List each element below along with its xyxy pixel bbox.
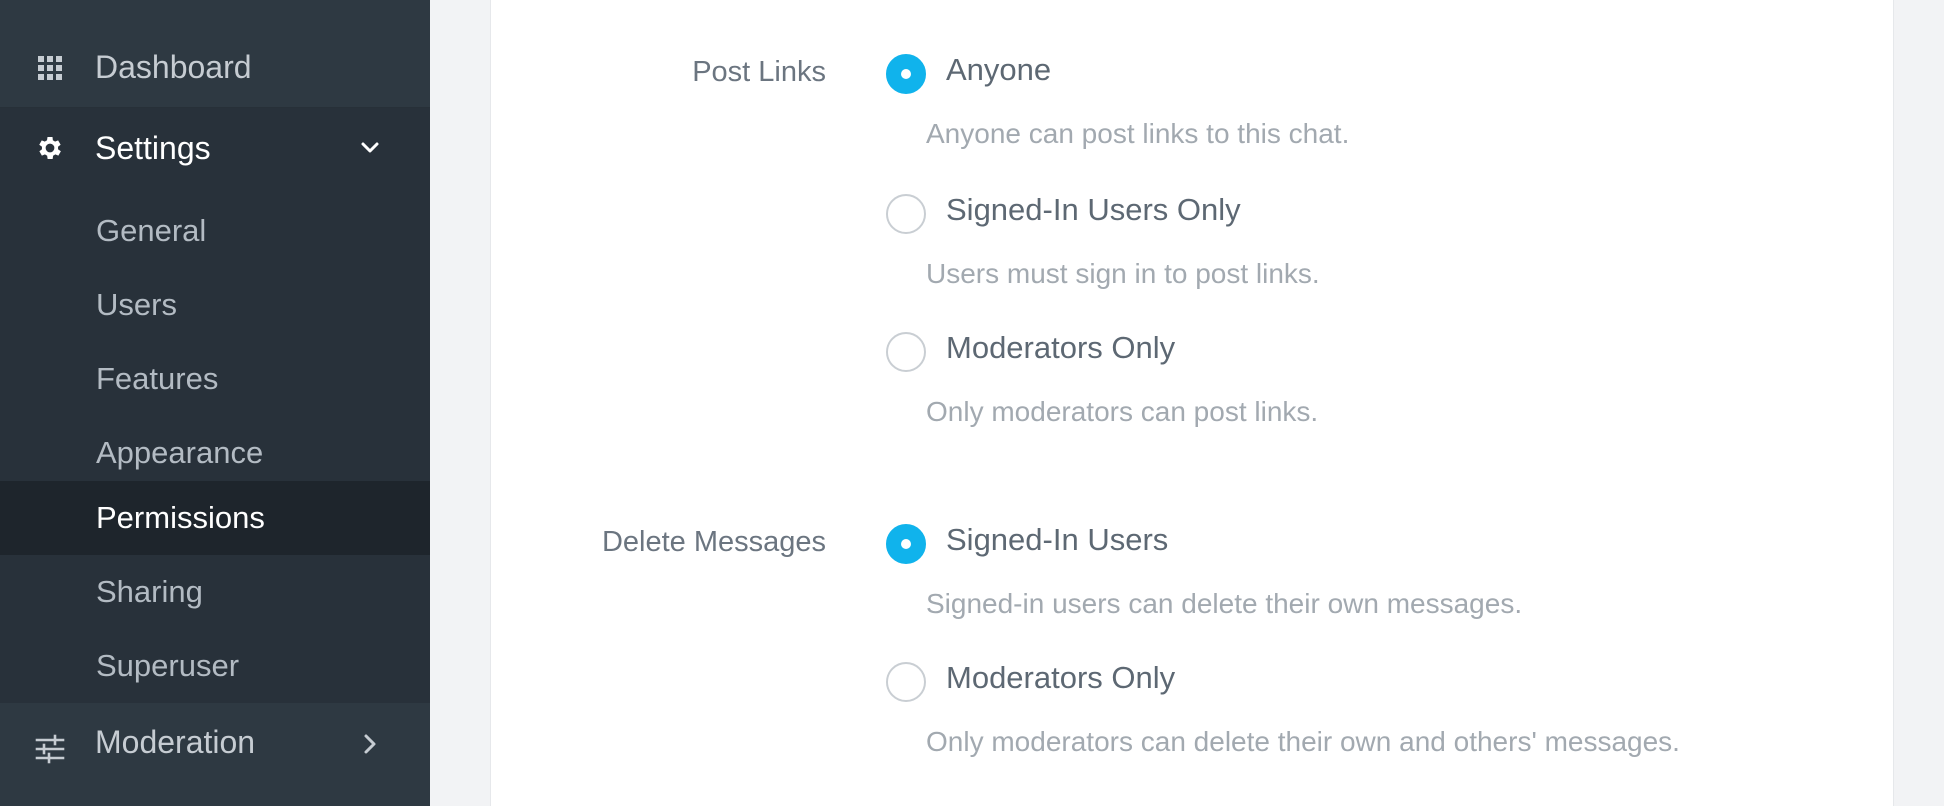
radio-moderators-only[interactable] xyxy=(886,662,926,702)
option-description: Users must sign in to post links. xyxy=(926,258,1320,289)
chevron-right-icon[interactable] xyxy=(356,730,384,758)
sidebar-item-label: Superuser xyxy=(96,648,240,683)
option-title[interactable]: Moderators Only xyxy=(946,660,1175,696)
sidebar-item-moderation[interactable]: Moderation xyxy=(0,703,430,806)
sidebar-item-label: Users xyxy=(96,287,177,322)
sidebar-item-dashboard[interactable]: Dashboard xyxy=(0,28,430,108)
option-description: Only moderators can delete their own and… xyxy=(926,726,1680,757)
grid-icon xyxy=(34,52,66,84)
option-title[interactable]: Moderators Only xyxy=(946,330,1175,366)
delete-messages-label: Delete Messages xyxy=(601,526,826,558)
sidebar-item-general[interactable]: General xyxy=(0,194,430,268)
radio-signed-in-users[interactable] xyxy=(886,524,926,564)
radio-signed-in-users-only[interactable] xyxy=(886,194,926,234)
post-links-label: Post Links xyxy=(692,56,826,88)
sidebar-item-users[interactable]: Users xyxy=(0,268,430,342)
sidebar-item-label: General xyxy=(96,213,207,248)
sidebar-item-settings[interactable]: Settings xyxy=(0,108,430,188)
chevron-down-icon[interactable] xyxy=(356,134,384,162)
sidebar-item-label: Appearance xyxy=(96,435,264,470)
sidebar-item-label: Dashboard xyxy=(95,49,252,85)
sidebar-item-superuser[interactable]: Superuser xyxy=(0,629,430,703)
settings-submenu: General Users Features Appearance Permis… xyxy=(0,188,430,703)
sidebar-item-label: Permissions xyxy=(96,500,265,535)
sidebar-item-features[interactable]: Features xyxy=(0,342,430,416)
option-description: Anyone can post links to this chat. xyxy=(926,118,1350,149)
option-title[interactable]: Signed-In Users Only xyxy=(946,192,1241,228)
gear-icon xyxy=(34,132,66,164)
radio-moderators-only[interactable] xyxy=(886,332,926,372)
sidebar-item-label: Features xyxy=(96,361,219,396)
sidebar-item-appearance[interactable]: Appearance xyxy=(0,416,430,490)
sidebar-item-sharing[interactable]: Sharing xyxy=(0,555,430,629)
option-title[interactable]: Signed-In Users xyxy=(946,522,1168,558)
sidebar: Dashboard Settings General Users Feature… xyxy=(0,0,430,806)
option-description: Signed-in users can delete their own mes… xyxy=(926,588,1523,619)
sidebar-item-label: Sharing xyxy=(96,574,203,609)
sidebar-item-permissions[interactable]: Permissions xyxy=(0,481,430,555)
sidebar-item-label: Settings xyxy=(95,129,211,166)
sidebar-item-label: Moderation xyxy=(95,724,256,760)
option-description: Only moderators can post links. xyxy=(926,396,1319,427)
sliders-icon xyxy=(34,733,66,765)
option-title[interactable]: Anyone xyxy=(946,52,1051,88)
radio-anyone[interactable] xyxy=(886,54,926,94)
